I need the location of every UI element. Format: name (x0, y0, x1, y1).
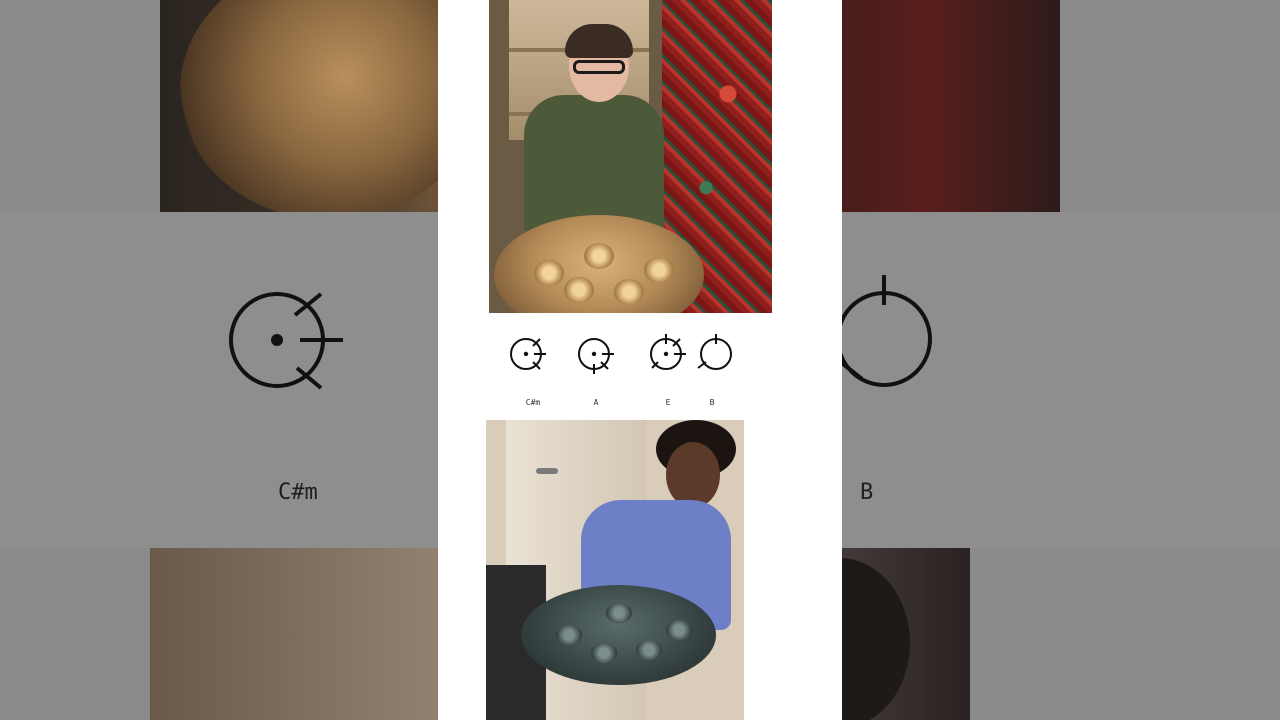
chord-label-e: E (665, 398, 671, 407)
background-label-right: B (860, 480, 874, 505)
chord-symbol-e (650, 334, 686, 370)
handpan-note (556, 625, 582, 645)
chord-symbol-b (697, 334, 732, 370)
handpan-note (614, 279, 644, 305)
glasses (573, 60, 625, 74)
chord-label-b: B (709, 398, 715, 407)
handpan-note (606, 603, 632, 623)
handpan-note (584, 243, 614, 269)
chord-symbol-a (578, 338, 614, 374)
background-handpan (180, 0, 480, 220)
handpan-note (534, 260, 564, 286)
performer-top-body (524, 95, 664, 235)
background-chord-symbol-left (229, 292, 343, 390)
handpan-dark (521, 585, 716, 685)
chord-label-a: A (593, 398, 599, 407)
video-card: C#m A E B (438, 0, 842, 720)
handpan-note (666, 620, 692, 640)
handpan-note (644, 257, 674, 283)
handpan-note (591, 643, 617, 663)
top-video-frame (489, 0, 772, 313)
door-handle (536, 468, 558, 474)
background-chord-symbol-right (838, 275, 932, 387)
bottom-video-frame (486, 420, 744, 720)
handpan-note (564, 277, 594, 303)
handpan-note (636, 640, 662, 660)
performer-bottom-head (666, 442, 720, 508)
chord-symbol-csharp-minor (510, 338, 546, 370)
background-label-left: C#m (278, 480, 318, 505)
chord-label-csharp-minor: C#m (525, 398, 541, 407)
